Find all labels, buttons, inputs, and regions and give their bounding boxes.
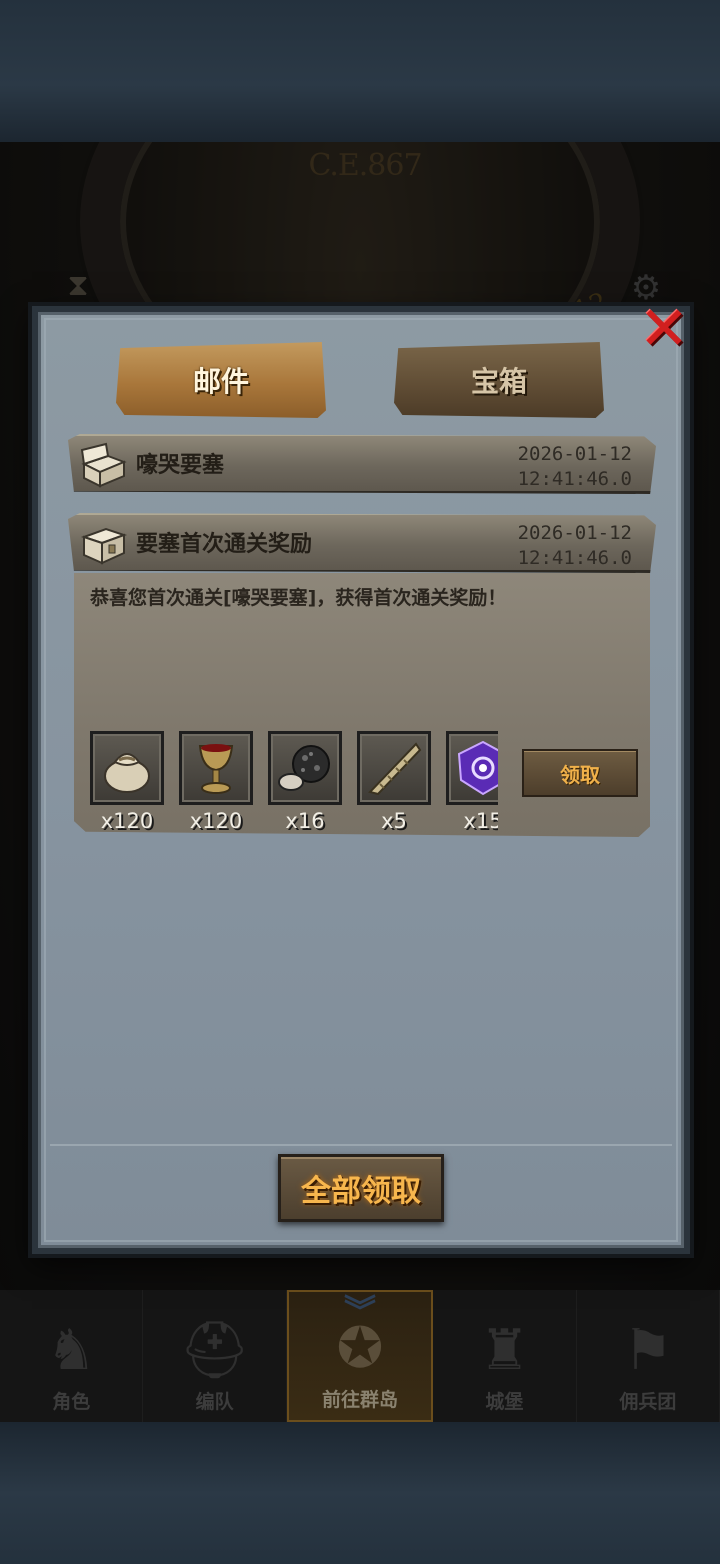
closed-chest-icon	[80, 527, 128, 565]
knight-icon: ♞	[46, 1318, 97, 1383]
mail-title: 嚎哭要塞	[136, 453, 225, 478]
mail-date: 2026-01-12	[517, 443, 632, 465]
goblet-icon	[179, 731, 253, 805]
reward-item[interactable]: x120	[90, 731, 164, 833]
ore-icon	[268, 731, 342, 805]
nav-item-islands[interactable]: ︾ ✪ 前往群岛	[286, 1290, 434, 1422]
reward-count: x120	[100, 809, 154, 833]
top-letterbox	[0, 0, 720, 142]
mail-content-panel: 恭喜您首次通关[嚎哭要塞]，获得首次通关奖励！ x120 x120 x16 x5…	[74, 573, 650, 837]
reward-item[interactable]: x16	[268, 731, 342, 833]
popup-divider	[50, 1144, 672, 1146]
nav-item-label: 佣兵团	[619, 1391, 677, 1413]
reward-item[interactable]: x120	[179, 731, 253, 833]
mail-time: 12:41:46.0	[517, 547, 632, 569]
claim-button[interactable]: 领取	[522, 749, 638, 797]
reward-count: x15	[463, 809, 498, 833]
nav-item-label: 角色	[52, 1391, 91, 1413]
flag-icon: ⚑	[622, 1318, 673, 1383]
bottom-navigation: ♞ 角色 ⛑ 编队 ︾ ✪ 前往群岛 ♜ 城堡 ⚑ 佣兵团	[0, 1290, 720, 1422]
nav-item-mercenary[interactable]: ⚑ 佣兵团	[577, 1290, 720, 1422]
sack-icon	[90, 731, 164, 805]
reward-count: x5	[381, 809, 407, 833]
mail-title: 要塞首次通关奖励	[136, 532, 313, 557]
castle-icon: ♜	[479, 1318, 530, 1383]
nav-item-formation[interactable]: ⛑ 编队	[143, 1290, 287, 1422]
mail-timestamp: 2026-01-12 12:41:46.0	[518, 442, 632, 492]
purple-crystal-icon	[446, 731, 498, 805]
reward-count: x16	[285, 809, 325, 833]
reward-list[interactable]: x120 x120 x16 x5 x15	[90, 731, 498, 837]
nav-item-label: 城堡	[485, 1391, 524, 1413]
claim-all-button[interactable]: 全部领取	[278, 1154, 444, 1222]
bottom-letterbox	[0, 1422, 720, 1564]
chevron-down-icon: ︾	[344, 1292, 377, 1330]
nav-item-label: 编队	[195, 1391, 234, 1413]
mail-time: 12:41:46.0	[517, 468, 632, 490]
reward-item[interactable]: x5	[357, 731, 431, 833]
tab-mail[interactable]: 邮件	[116, 342, 326, 418]
helmet-icon: ⛑	[179, 1318, 251, 1383]
reward-item[interactable]: x15	[446, 731, 498, 833]
open-chest-icon	[80, 442, 127, 488]
mail-date: 2026-01-12	[517, 522, 632, 544]
reward-count: x120	[189, 809, 243, 833]
mail-list-item-selected[interactable]: 要塞首次通关奖励 2026-01-12 12:41:46.0	[68, 513, 656, 573]
nav-item-character[interactable]: ♞ 角色	[0, 1290, 144, 1422]
horn-icon	[357, 731, 431, 805]
tab-chest[interactable]: 宝箱	[394, 342, 604, 418]
nav-item-label: 前往群岛	[322, 1389, 399, 1411]
nav-item-castle[interactable]: ♜ 城堡	[433, 1290, 577, 1422]
mail-timestamp: 2026-01-12 12:41:46.0	[518, 521, 632, 571]
mail-message: 恭喜您首次通关[嚎哭要塞]，获得首次通关奖励！	[90, 587, 507, 609]
mail-list-item[interactable]: 嚎哭要塞 2026-01-12 12:41:46.0	[68, 434, 656, 494]
close-button[interactable]: ✕	[636, 299, 692, 359]
